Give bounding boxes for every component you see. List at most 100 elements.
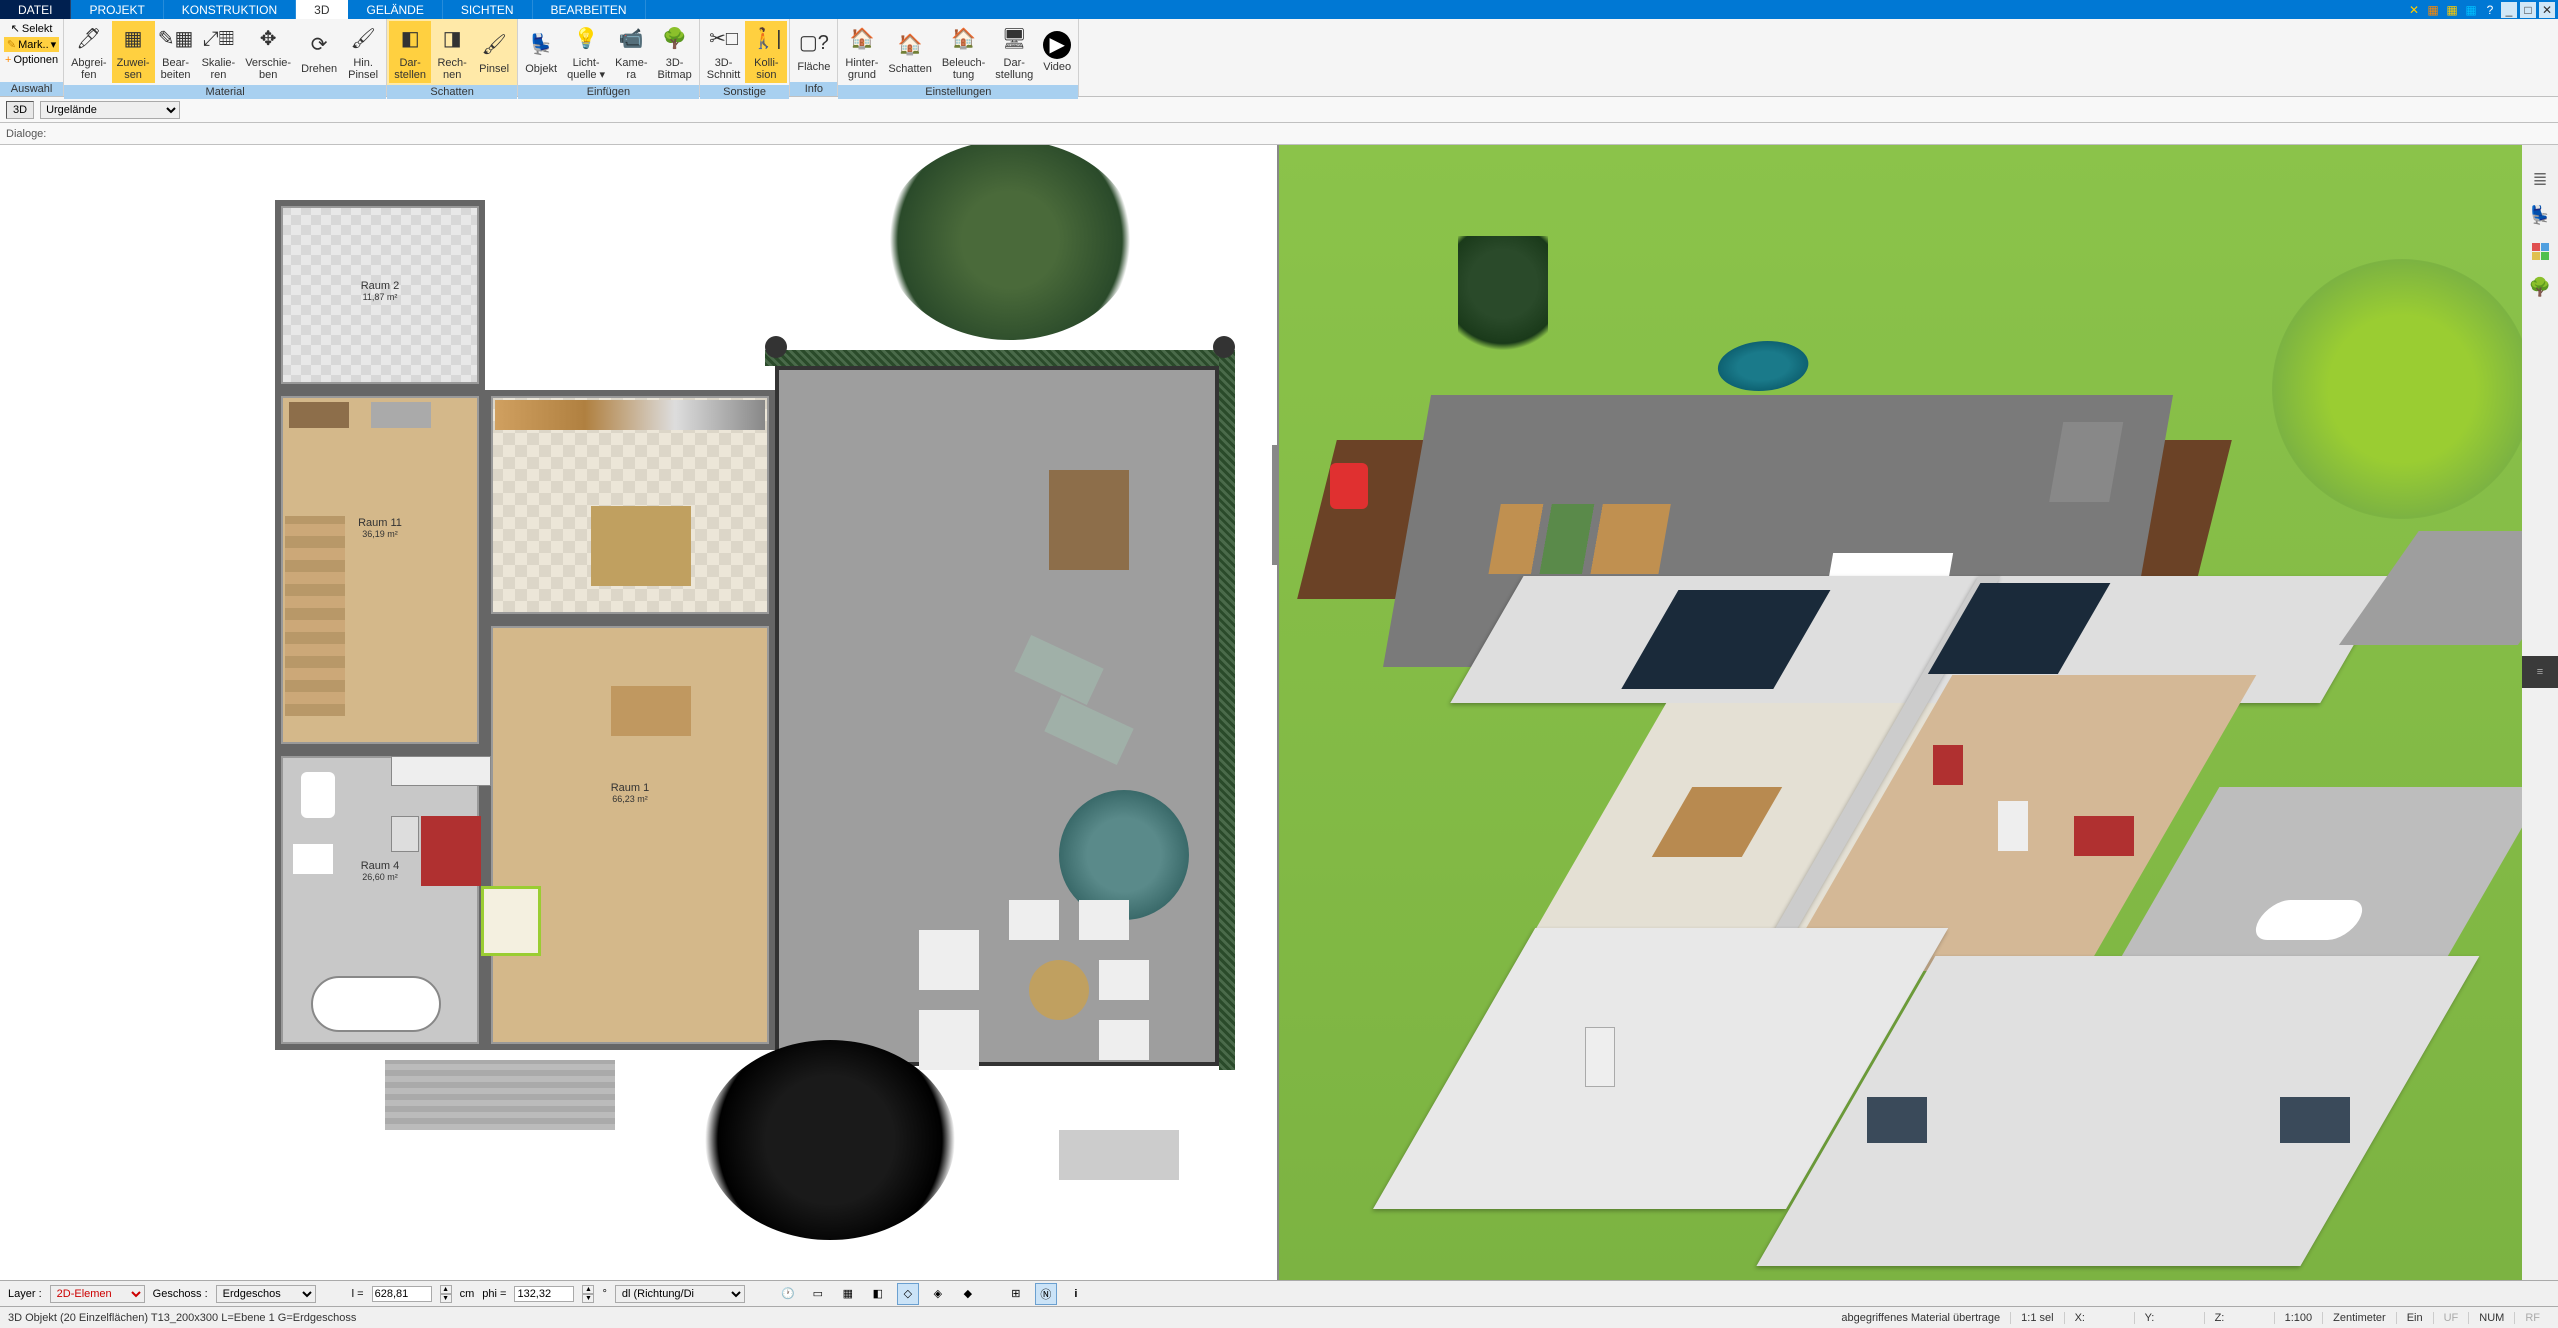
stack-icon[interactable]: ▦ (837, 1283, 859, 1305)
mark-button[interactable]: ✎Mark..▾ (4, 37, 59, 52)
menu-gelaende[interactable]: GELÄNDE (348, 0, 442, 19)
bitmap-button[interactable]: 🌳3D- Bitmap (652, 21, 696, 83)
snap1-icon[interactable]: ◇ (897, 1283, 919, 1305)
kollision-button[interactable]: 🚶|Kolli- sion (745, 21, 787, 83)
cube-tool-icon[interactable]: ◧ (867, 1283, 889, 1305)
close-icon[interactable]: ✕ (2539, 2, 2555, 18)
l-spinner[interactable]: ▲▼ (440, 1285, 452, 1303)
ribbon-group-auswahl: ↖Selekt ✎Mark..▾ +Optionen Auswahl (0, 19, 64, 96)
ribbon-group-info: ▢?Fläche Info (790, 19, 838, 96)
scale-icon: ⤢▦ (202, 23, 234, 55)
terrain-select[interactable]: Urgelände (40, 101, 180, 119)
camera-icon: 📹 (615, 23, 647, 55)
layers-icon[interactable]: ≣ (2526, 165, 2554, 193)
maximize-icon[interactable]: □ (2520, 2, 2536, 18)
house1-icon: 🏠 (846, 23, 878, 55)
status-ein: Ein (2397, 1312, 2434, 1324)
verschieben-button[interactable]: ✥Verschie- ben (240, 21, 296, 83)
hintergrund-button[interactable]: 🏠Hinter- grund (840, 21, 883, 83)
sub-bar: 3D Urgelände (0, 97, 2558, 123)
schatten-button[interactable]: 🏠Schatten (883, 27, 936, 77)
l-input[interactable] (372, 1286, 432, 1302)
hedge-knob-r (1213, 336, 1235, 358)
phi-spinner[interactable]: ▲▼ (582, 1285, 594, 1303)
group-label-auswahl: Auswahl (0, 82, 63, 96)
schnitt-button[interactable]: ✂□3D- Schnitt (702, 21, 746, 83)
minimize-icon[interactable]: _ (2501, 2, 2517, 18)
bathtub (311, 976, 441, 1032)
view-3d[interactable]: ≣ 💺 🌳 ≡ (1279, 145, 2558, 1280)
plants-icon[interactable]: 🌳 (2526, 273, 2554, 301)
tool-icon-4[interactable]: ▦ (2463, 2, 2479, 18)
rect-tool-icon[interactable]: ▭ (807, 1283, 829, 1305)
beleuchtung-button[interactable]: 🏠Beleuch- tung (937, 21, 990, 83)
objekt-button[interactable]: 💺Objekt (520, 27, 562, 77)
menu-datei[interactable]: DATEI (0, 0, 71, 19)
tree-2d (885, 145, 1135, 340)
geschoss-select[interactable]: Erdgeschos (216, 1285, 316, 1303)
main-area: Raum 211,87 m² Raum 1136,19 m² Raum 345,… (0, 145, 2558, 1280)
lichtquelle-button[interactable]: 💡Licht- quelle ▾ (562, 21, 610, 83)
abgreifen-button[interactable]: 🖊Abgrei- fen (66, 21, 111, 83)
kamera-button[interactable]: 📹Kame- ra (610, 21, 652, 83)
splitter-handle[interactable] (1272, 445, 1279, 565)
chevron-down-icon: ▾ (51, 38, 57, 51)
dl-select[interactable]: dl (Richtung/Di (615, 1285, 745, 1303)
layer-select[interactable]: 2D-Elemen (50, 1285, 145, 1303)
dining-table (591, 506, 691, 586)
ribbon-group-sonstige: ✂□3D- Schnitt 🚶|Kolli- sion Sonstige (700, 19, 791, 96)
tree-willow (2272, 259, 2532, 519)
sofa-2 (919, 1010, 979, 1070)
hedge-right (1219, 350, 1235, 1070)
view-2d[interactable]: Raum 211,87 m² Raum 1136,19 m² Raum 345,… (0, 145, 1279, 1280)
status-material: abgegriffenes Material übertrage (1831, 1312, 2011, 1324)
zuweisen-button[interactable]: ▦Zuwei- sen (112, 21, 155, 83)
chair-icon: 💺 (525, 29, 557, 61)
north-icon[interactable]: Ⓝ (1035, 1283, 1057, 1305)
house-3d (1432, 576, 2519, 1280)
group-label-sonstige: Sonstige (700, 85, 790, 99)
colors-icon[interactable] (2526, 237, 2554, 265)
skalieren-button[interactable]: ⤢▦Skalie- ren (197, 21, 241, 83)
right-tab-handle[interactable]: ≡ (2522, 656, 2558, 688)
pinsel-button[interactable]: 🖌Pinsel (473, 27, 515, 77)
tool-icon-3[interactable]: ▦ (2444, 2, 2460, 18)
flaeche-button[interactable]: ▢?Fläche (792, 25, 835, 75)
tool-icon-1[interactable]: ✕ (2406, 2, 2422, 18)
hedge-knob-l (765, 336, 787, 358)
hinpinsel-button[interactable]: 🖌Hin. Pinsel (342, 21, 384, 83)
move-icon: ✥ (252, 23, 284, 55)
drehen-button[interactable]: ⟳Drehen (296, 27, 342, 77)
phi-input[interactable] (514, 1286, 574, 1302)
right-toolbar: ≣ 💺 🌳 (2522, 145, 2558, 1280)
help-icon[interactable]: ? (2482, 2, 2498, 18)
room-11: Raum 1136,19 m² (275, 390, 485, 750)
bearbeiten-button[interactable]: ✎▦Bear- beiten (155, 21, 197, 83)
furniture-icon[interactable]: 💺 (2526, 201, 2554, 229)
deck-grill (2049, 422, 2123, 502)
menu-konstruktion[interactable]: KONSTRUKTION (164, 0, 296, 19)
menu-3d[interactable]: 3D (296, 0, 348, 19)
ribbon-group-schatten: ◧Dar- stellen ◨Rech- nen 🖌Pinsel Schatte… (387, 19, 518, 96)
darstellen-button[interactable]: ◧Dar- stellen (389, 21, 431, 83)
status-rf: RF (2515, 1312, 2550, 1324)
sideboard (391, 756, 491, 786)
stairs (285, 516, 345, 716)
menu-sichten[interactable]: SICHTEN (443, 0, 533, 19)
lounger-1 (1014, 635, 1103, 705)
play-icon: ▶ (1043, 31, 1071, 59)
menu-bearbeiten[interactable]: BEARBEITEN (533, 0, 646, 19)
grid-icon[interactable]: ⊞ (1005, 1283, 1027, 1305)
snap3-icon[interactable]: ◆ (957, 1283, 979, 1305)
menu-projekt[interactable]: PROJEKT (71, 0, 163, 19)
video-button[interactable]: ▶Video (1038, 29, 1076, 75)
info-icon[interactable]: i (1065, 1283, 1087, 1305)
snap2-icon[interactable]: ◈ (927, 1283, 949, 1305)
selekt-button[interactable]: ↖Selekt (8, 21, 56, 36)
tool-icon-2[interactable]: ▦ (2425, 2, 2441, 18)
optionen-button[interactable]: +Optionen (2, 53, 61, 67)
red-sofa (421, 816, 481, 886)
rechnen-button[interactable]: ◨Rech- nen (431, 21, 473, 83)
darstellung-button[interactable]: 🖥Dar- stellung (990, 21, 1038, 83)
clock-icon[interactable]: 🕐 (777, 1283, 799, 1305)
